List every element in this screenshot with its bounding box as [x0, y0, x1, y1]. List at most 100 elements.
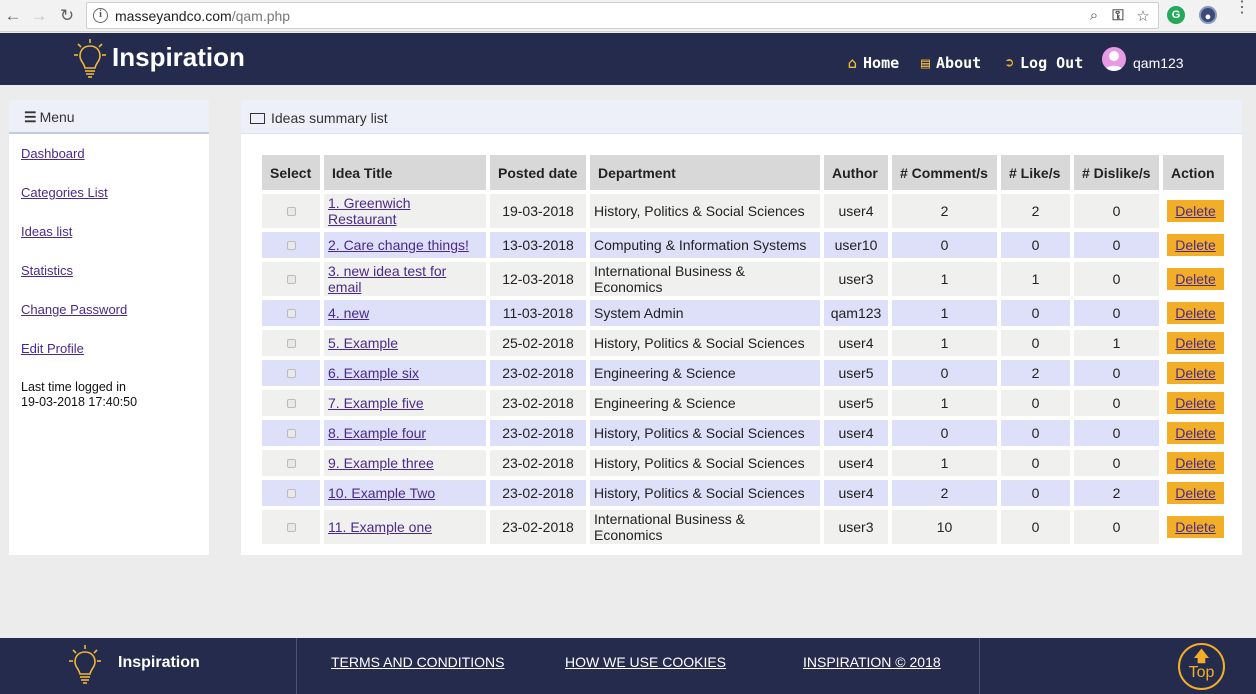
footer-divider: [979, 638, 980, 694]
idea-title-link[interactable]: 1. Greenwich Restaurant: [328, 195, 410, 227]
comments-cell: 1: [892, 450, 997, 476]
idea-title-link[interactable]: 4. new: [328, 305, 369, 321]
delete-button[interactable]: Delete: [1167, 452, 1224, 474]
sidebar-item-edit-profile[interactable]: Edit Profile: [21, 341, 84, 356]
author-cell: user3: [824, 510, 888, 544]
select-checkbox[interactable]: [286, 523, 296, 532]
arrow-right-icon[interactable]: →: [28, 5, 50, 27]
table-row: 3. new idea test for email 12-03-2018 Inte…: [262, 262, 1224, 296]
select-checkbox[interactable]: [286, 207, 296, 216]
select-checkbox[interactable]: [286, 489, 296, 498]
avatar[interactable]: [1102, 47, 1126, 71]
extension-icon[interactable]: ●: [1199, 6, 1217, 24]
table-row: 7. Example five 23-02-2018 Engineering & S…: [262, 390, 1224, 416]
dislikes-cell: 0: [1074, 300, 1159, 326]
terms-link[interactable]: TERMS AND CONDITIONS: [331, 654, 504, 670]
sidebar-item-statistics[interactable]: Statistics: [21, 263, 73, 278]
brand-title[interactable]: Inspiration: [112, 42, 245, 73]
nav-home[interactable]: ⌂ Home: [848, 54, 899, 72]
idea-title-link[interactable]: 7. Example five: [328, 395, 424, 411]
col-posted-date: Posted date: [490, 155, 586, 190]
arrow-left-icon[interactable]: ←: [2, 5, 24, 27]
select-cell: [262, 300, 320, 326]
key-icon[interactable]: ⚿: [1109, 7, 1127, 24]
table-row: 11. Example one 23-02-2018 International B…: [262, 510, 1224, 544]
select-cell: [262, 232, 320, 258]
grammarly-extension-icon[interactable]: G: [1167, 6, 1185, 24]
back-to-top-button[interactable]: 🡅 Top: [1178, 643, 1225, 690]
idea-title-link[interactable]: 5. Example: [328, 335, 398, 351]
select-checkbox[interactable]: [286, 429, 296, 438]
action-cell: Delete: [1163, 194, 1224, 228]
delete-button[interactable]: Delete: [1167, 332, 1224, 354]
select-checkbox[interactable]: [286, 399, 296, 408]
author-cell: user4: [824, 330, 888, 356]
likes-cell: 2: [1001, 194, 1070, 228]
delete-button[interactable]: Delete: [1167, 362, 1224, 384]
site-footer: Inspiration TERMS AND CONDITIONS HOW WE …: [0, 638, 1256, 694]
department-cell: History, Politics & Social Sciences: [590, 194, 820, 228]
comments-cell: 1: [892, 262, 997, 296]
comments-cell: 0: [892, 360, 997, 386]
delete-button[interactable]: Delete: [1167, 268, 1224, 290]
department-cell: System Admin: [590, 300, 820, 326]
idea-title-link[interactable]: 11. Example one: [328, 519, 432, 535]
idea-title-link[interactable]: 9. Example three: [328, 455, 434, 471]
select-cell: [262, 262, 320, 296]
idea-title-cell: 1. Greenwich Restaurant: [324, 194, 486, 228]
department-cell: History, Politics & Social Sciences: [590, 420, 820, 446]
delete-button[interactable]: Delete: [1167, 200, 1224, 222]
select-checkbox[interactable]: [286, 459, 296, 468]
sidebar-item-change-password[interactable]: Change Password: [21, 302, 127, 317]
delete-button[interactable]: Delete: [1167, 482, 1224, 504]
idea-title-link[interactable]: 3. new idea test for email: [328, 263, 446, 295]
select-checkbox[interactable]: [286, 369, 296, 378]
address-url[interactable]: masseyandco.com/qam.php: [115, 8, 290, 24]
col-action: Action: [1163, 155, 1224, 190]
select-checkbox[interactable]: [286, 275, 296, 284]
idea-title-link[interactable]: 2. Care change things!: [328, 237, 469, 253]
zoom-icon[interactable]: ⌕: [1085, 7, 1103, 24]
panel-title: Ideas summary list: [271, 110, 388, 126]
select-checkbox[interactable]: [286, 241, 296, 250]
select-checkbox[interactable]: [286, 339, 296, 348]
col-dislikes: # Dislike/s: [1074, 155, 1159, 190]
username[interactable]: qam123: [1133, 55, 1184, 71]
select-checkbox[interactable]: [286, 309, 296, 318]
info-icon[interactable]: i: [93, 8, 108, 23]
action-cell: Delete: [1163, 262, 1224, 296]
copyright-link[interactable]: INSPIRATION © 2018: [803, 654, 941, 670]
delete-button[interactable]: Delete: [1167, 516, 1224, 538]
nav-about-label: About: [936, 54, 982, 72]
sidebar-item-categories-list[interactable]: Categories List: [21, 185, 108, 200]
delete-button[interactable]: Delete: [1167, 392, 1224, 414]
address-bar[interactable]: i masseyandco.com/qam.php ⌕ ⚿ ☆: [86, 2, 1159, 29]
table-row: 6. Example six 23-02-2018 Engineering & Sc…: [262, 360, 1224, 386]
author-cell: user4: [824, 450, 888, 476]
delete-button[interactable]: Delete: [1167, 302, 1224, 324]
nav-about[interactable]: ▤ About: [921, 54, 981, 72]
footer-brand: Inspiration: [118, 654, 200, 671]
author-cell: user10: [824, 232, 888, 258]
reload-icon[interactable]: ↻: [56, 5, 78, 27]
idea-title-link[interactable]: 8. Example four: [328, 425, 426, 441]
cookies-link[interactable]: HOW WE USE COOKIES: [565, 654, 726, 670]
comments-cell: 10: [892, 510, 997, 544]
star-icon[interactable]: ☆: [1134, 7, 1152, 25]
col-select: Select: [262, 155, 320, 190]
browser-menu-icon[interactable]: ⋮: [1234, 0, 1250, 16]
department-cell: Engineering & Science: [590, 390, 820, 416]
posted-date-cell: 23-02-2018: [490, 360, 586, 386]
sign-out-icon: ➲: [1005, 54, 1015, 72]
idea-title-link[interactable]: 10. Example Two: [328, 485, 435, 501]
delete-button[interactable]: Delete: [1167, 234, 1224, 256]
sidebar-item-ideas-list[interactable]: Ideas list: [21, 224, 72, 239]
sidebar-item-dashboard[interactable]: Dashboard: [21, 146, 85, 161]
posted-date-cell: 23-02-2018: [490, 480, 586, 506]
col-likes: # Like/s: [1001, 155, 1070, 190]
nav-logout[interactable]: ➲ Log Out: [1005, 54, 1083, 72]
idea-title-cell: 11. Example one: [324, 510, 486, 544]
delete-button[interactable]: Delete: [1167, 422, 1224, 444]
idea-title-cell: 6. Example six: [324, 360, 486, 386]
idea-title-link[interactable]: 6. Example six: [328, 365, 419, 381]
